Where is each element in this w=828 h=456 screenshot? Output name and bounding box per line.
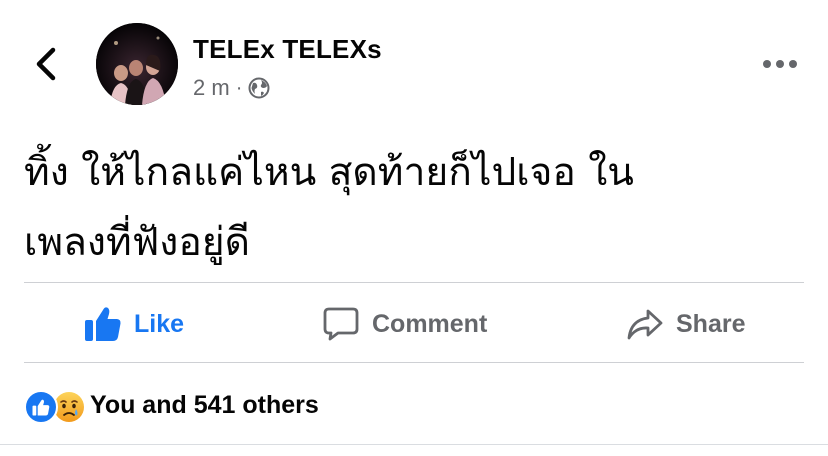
like-reaction-icon (24, 390, 58, 424)
thumbs-up-icon (85, 307, 121, 341)
reactions-summary[interactable]: You and 541 others (24, 388, 319, 424)
reaction-count: You and 541 others (90, 390, 319, 419)
more-horizontal-icon (763, 60, 797, 68)
comment-icon (323, 307, 359, 341)
more-options-button[interactable] (760, 52, 800, 76)
share-label: Share (676, 309, 746, 338)
share-button[interactable]: Share (626, 300, 745, 348)
meta-separator: · (235, 76, 243, 99)
author-name[interactable]: TELEx TELEXs (193, 34, 382, 65)
post-text-line: ทิ้ง ให้ไกลแค่ไหน สุดท้ายก็ไปเจอ ใน (24, 150, 634, 195)
like-button[interactable]: Like (84, 300, 184, 348)
post-text: ทิ้ง ให้ไกลแค่ไหน สุดท้ายก็ไปเจอ ในเพลงท… (24, 138, 804, 278)
comment-button[interactable]: Comment (322, 300, 487, 348)
post-meta: 2 m · (193, 74, 270, 102)
avatar-photo (96, 23, 178, 105)
back-button[interactable] (28, 44, 64, 84)
like-label: Like (134, 309, 185, 338)
reaction-icons (24, 388, 92, 424)
divider (0, 444, 828, 445)
post-text-line: เพลงที่ฟังอยู่ดี (24, 220, 250, 265)
divider (24, 282, 804, 283)
comment-label: Comment (372, 309, 488, 338)
chevron-left-icon (36, 47, 56, 81)
share-icon (627, 309, 663, 340)
avatar[interactable] (96, 23, 178, 105)
globe-icon (248, 77, 270, 99)
post-timestamp[interactable]: 2 m (193, 75, 230, 101)
divider (24, 362, 804, 363)
